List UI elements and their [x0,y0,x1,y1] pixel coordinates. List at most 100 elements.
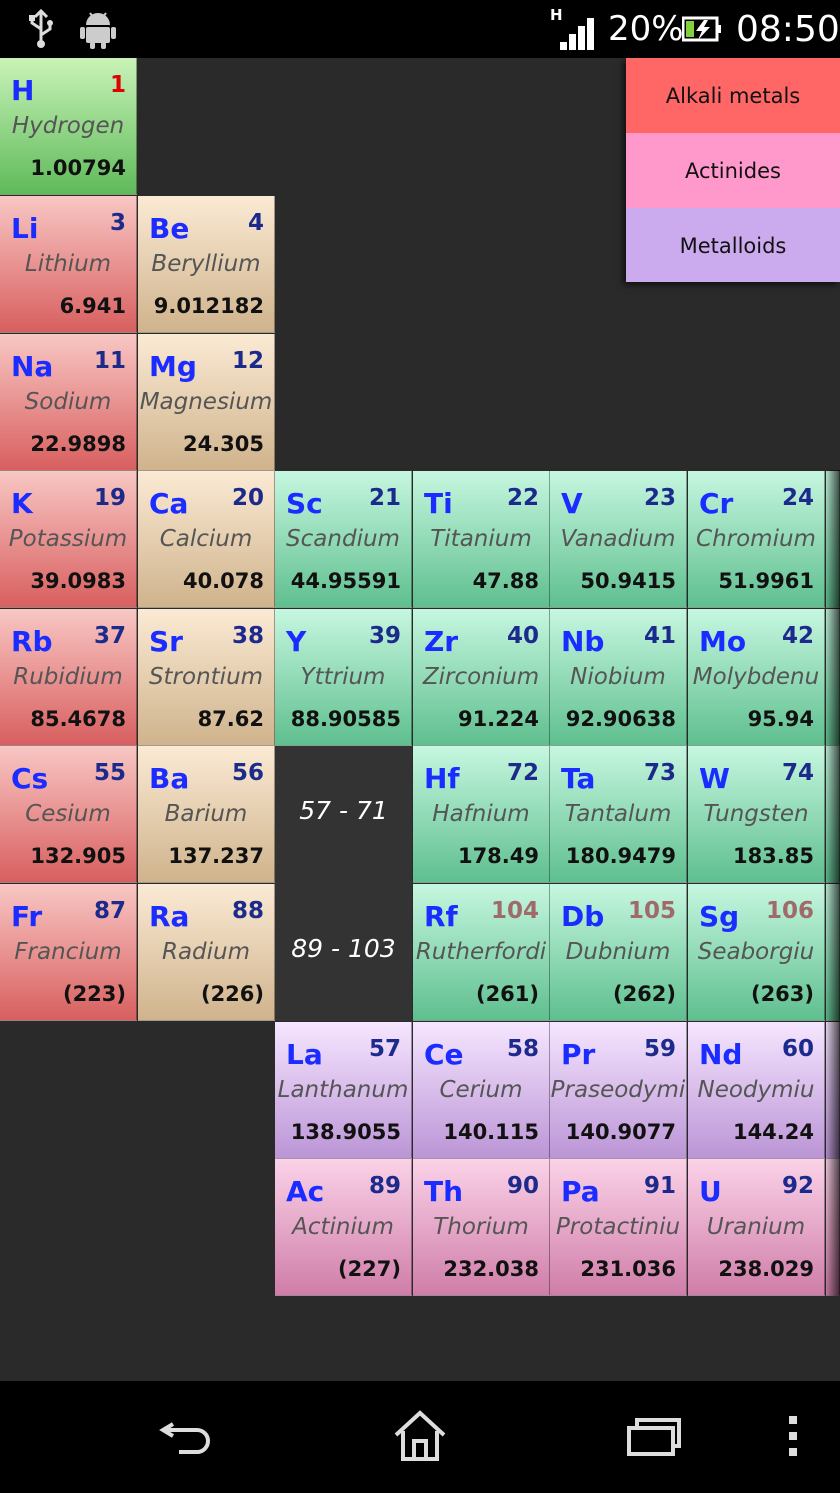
element-symbol: Li [11,212,39,245]
legend-item-metalloids[interactable]: Metalloids [626,208,840,282]
element-cell-ba[interactable]: Ba 56 Barium 137.237 [138,746,275,883]
element-symbol: La [286,1038,323,1071]
atomic-number: 41 [643,623,676,649]
atomic-weight: (227) [337,1257,401,1281]
element-name: Calcium [159,526,253,552]
element-symbol: Hf [424,762,460,795]
element-cell-na[interactable]: Na 11 Sodium 22.9898 [0,334,137,471]
element-cell-la[interactable]: La 57 Lanthanum 138.9055 [275,1022,412,1159]
element-cell-cr[interactable]: Cr 24 Chromium 51.9961 [688,471,825,608]
atomic-weight: 1.00794 [30,156,126,180]
atomic-number: 88 [231,898,264,924]
legend-item-alkali-metals[interactable]: Alkali metals [626,58,840,133]
element-cell-rb[interactable]: Rb 37 Rubidium 85.4678 [0,609,137,746]
atomic-number: 87 [93,898,126,924]
atomic-number: 58 [506,1036,539,1062]
atomic-weight: 183.85 [732,844,814,868]
element-cell-sg[interactable]: Sg 106 Seaborgiu (263) [688,884,825,1021]
element-cell-zr[interactable]: Zr 40 Zirconium 91.224 [413,609,550,746]
atomic-weight: 6.941 [59,294,126,318]
element-cell-pr[interactable]: Pr 59 Praseodymi 140.9077 [550,1022,687,1159]
element-symbol: Cs [11,762,49,795]
element-name: Rutherfordi [415,939,547,965]
scroll-edge-shadow [824,470,840,1296]
category-legend: Alkali metals Actinides Metalloids [626,58,840,282]
atomic-weight: 9.012182 [153,294,264,318]
lanthanides-range-label[interactable]: 57 - 71 [275,796,412,825]
element-cell-ti[interactable]: Ti 22 Titanium 47.88 [413,471,550,608]
element-cell-li[interactable]: Li 3 Lithium 6.941 [0,196,137,333]
back-icon [159,1422,210,1454]
atomic-weight: 88.90585 [290,707,401,731]
element-cell-mo[interactable]: Mo 42 Molybdenu 95.94 [688,609,825,746]
element-cell-th[interactable]: Th 90 Thorium 232.038 [413,1159,550,1296]
atomic-weight: 39.0983 [30,569,126,593]
element-cell-v[interactable]: V 23 Vanadium 50.9415 [550,471,687,608]
actinides-range-label[interactable]: 89 - 103 [275,934,412,963]
battery-percent: 20% [608,9,684,49]
element-cell-w[interactable]: W 74 Tungsten 183.85 [688,746,825,883]
battery-charging-icon [682,0,722,58]
element-symbol: Y [286,625,307,658]
element-name: Potassium [8,526,128,552]
element-cell-cs[interactable]: Cs 55 Cesium 132.905 [0,746,137,883]
element-cell-ta[interactable]: Ta 73 Tantalum 180.9479 [550,746,687,883]
atomic-weight: (262) [612,982,676,1006]
element-cell-ra[interactable]: Ra 88 Radium (226) [138,884,275,1021]
element-cell-nd[interactable]: Nd 60 Neodymiu 144.24 [688,1022,825,1159]
atomic-number: 37 [93,623,126,649]
element-symbol: Ti [424,487,453,520]
element-cell-ac[interactable]: Ac 89 Actinium (227) [275,1159,412,1296]
home-button[interactable] [375,1401,465,1471]
element-symbol: Mo [699,625,747,658]
element-cell-sr[interactable]: Sr 38 Strontium 87.62 [138,609,275,746]
element-name: Cesium [25,801,111,827]
element-cell-be[interactable]: Be 4 Beryllium 9.012182 [138,196,275,333]
element-cell-nb[interactable]: Nb 41 Niobium 92.90638 [550,609,687,746]
back-button[interactable] [142,1401,232,1471]
atomic-number: 59 [643,1036,676,1062]
element-cell-h[interactable]: H 1 Hydrogen 1.00794 [0,58,137,195]
element-name: Sodium [24,389,112,415]
element-cell-ce[interactable]: Ce 58 Cerium 140.115 [413,1022,550,1159]
atomic-weight: 180.9479 [565,844,676,868]
element-symbol: Rf [424,900,458,933]
element-cell-k[interactable]: K 19 Potassium 39.0983 [0,471,137,608]
element-name: Tungsten [703,801,809,827]
atomic-weight: 51.9961 [718,569,814,593]
element-cell-fr[interactable]: Fr 87 Francium (223) [0,884,137,1021]
element-name: Lithium [24,251,112,277]
element-cell-hf[interactable]: Hf 72 Hafnium 178.49 [413,746,550,883]
element-symbol: Sr [149,625,183,658]
element-cell-y[interactable]: Y 39 Yttrium 88.90585 [275,609,412,746]
element-symbol: Pa [561,1175,600,1208]
element-cell-sc[interactable]: Sc 21 Scandium 44.95591 [275,471,412,608]
element-symbol: Fr [11,900,43,933]
element-name: Scandium [286,526,400,552]
element-symbol: Sc [286,487,323,520]
periodic-table-view[interactable]: H 1 Hydrogen 1.00794 Li 3 Lithium 6.941 … [0,58,840,1381]
atomic-number: 24 [781,485,814,511]
atomic-weight: 50.9415 [580,569,676,593]
atomic-weight: 47.88 [472,569,539,593]
element-name: Zirconium [422,664,540,690]
element-cell-u[interactable]: U 92 Uranium 238.029 [688,1159,825,1296]
element-cell-mg[interactable]: Mg 12 Magnesium 24.305 [138,334,275,471]
atomic-number: 72 [506,760,539,786]
element-name: Actinium [292,1214,394,1240]
atomic-weight: (226) [200,982,264,1006]
element-symbol: W [699,762,730,795]
legend-item-actinides[interactable]: Actinides [626,133,840,208]
menu-button[interactable] [748,1401,838,1471]
recent-apps-button[interactable] [608,1401,698,1471]
element-name: Francium [14,939,122,965]
atomic-number: 42 [781,623,814,649]
navigation-bar [0,1381,840,1493]
element-cell-rf[interactable]: Rf 104 Rutherfordi (261) [413,884,550,1021]
element-symbol: Na [11,350,54,383]
element-name: Radium [161,939,251,965]
element-cell-ca[interactable]: Ca 20 Calcium 40.078 [138,471,275,608]
element-cell-db[interactable]: Db 105 Dubnium (262) [550,884,687,1021]
menu-icon [789,1416,797,1456]
element-cell-pa[interactable]: Pa 91 Protactiniu 231.036 [550,1159,687,1296]
